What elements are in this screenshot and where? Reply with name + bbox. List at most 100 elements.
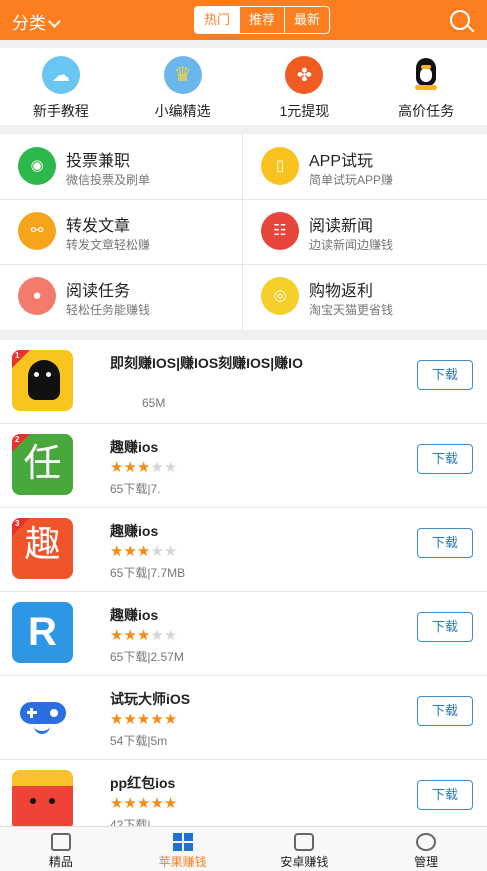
star-filled-icon: ★ [110,795,124,812]
tab-label: 苹果赚钱 [158,855,207,869]
task-voting[interactable]: ◉ 投票兼职 微信投票及刷单 [0,134,243,199]
task-subtitle: 轻松任务能赚钱 [66,303,151,317]
search-icon[interactable] [450,10,470,30]
task-subtitle: 淘宝天猫更省钱 [309,303,394,317]
star-filled-icon: ★ [110,711,124,728]
task-title: 投票兼职 [66,153,131,170]
task-shopping-rebate[interactable]: ◎ 购物返利 淘宝天猫更省钱 [243,264,486,329]
list-item[interactable]: pp红包ios ★★★★★ 42下载| 下载 [0,760,487,826]
app-name: 趣赚ios [110,439,159,455]
phone-icon: ▯ [261,147,299,185]
task-title: 转发文章 [66,218,131,235]
quicknav-editor-picks[interactable]: ♛ 小编精选 [122,48,244,125]
thumbs-up-icon [50,833,71,851]
quicknav-label: 高价任务 [398,103,455,119]
wechat-icon: ◉ [18,147,56,185]
tab-recommended[interactable]: 推荐 [239,7,284,33]
download-button[interactable]: 下载 [417,780,473,810]
download-button[interactable]: 下载 [417,360,473,390]
star-filled-icon: ★ [163,711,178,728]
download-button[interactable]: 下载 [417,696,473,726]
star-filled-icon: ★ [163,795,178,812]
star-filled-icon: ★ [123,543,137,560]
star-empty-icon: ★ [163,459,178,476]
tab-ios-earning[interactable]: 苹果赚钱 [122,827,244,871]
bottom-tab-bar: 精品 苹果赚钱 安卓赚钱 管理 [0,826,487,871]
tab-latest[interactable]: 最新 [284,7,329,33]
quicknav-label: 1元提现 [279,103,330,119]
star-empty-icon: ★ [150,459,164,476]
task-read-news[interactable]: ☷ 阅读新闻 边读新闻边赚钱 [243,199,486,264]
task-title: 阅读任务 [66,283,131,300]
share-icon: ⚯ [18,212,56,250]
news-icon: ☷ [261,212,299,250]
coin-icon: ◎ [261,277,299,315]
star-filled-icon: ★ [123,459,137,476]
tab-label: 安卓赚钱 [280,855,329,869]
download-button[interactable]: 下载 [417,612,473,642]
sort-segmented-control: 热门 推荐 最新 [194,6,330,34]
quicknav-high-value-tasks[interactable]: 高价任务 [365,48,487,125]
rating-stars: ★★★★★ [110,710,177,728]
list-item[interactable]: 1 即刻赚IOS|赚IOS刻赚IOS|赚IO 65M 下载 [0,340,487,424]
task-subtitle: 微信投票及刷单 [66,173,151,187]
task-subtitle: 转发文章轻松赚 [66,238,151,252]
task-title: 购物返利 [309,283,374,300]
list-item[interactable]: 趣 3 趣赚ios ★★★★★ 65下载|7.7MB 下载 [0,508,487,592]
app-logo: 趣 3 [12,518,73,579]
app-meta: 65M [142,396,166,410]
tutorial-icon: ☁ [41,56,80,94]
task-share-article[interactable]: ⚯ 转发文章 转发文章轻松赚 [0,199,243,264]
star-empty-icon: ★ [163,627,178,644]
rating-stars: ★★★★★ [110,626,177,644]
star-filled-icon: ★ [110,459,124,476]
piggy-bank-icon: ● [18,277,56,315]
list-item[interactable]: 试玩大师iOS ★★★★★ 54下载|5m 下载 [0,676,487,760]
rating-stars: ★★★★★ [110,458,177,476]
task-app-trial[interactable]: ▯ APP试玩 简单试玩APP赚 [243,134,486,199]
app-meta: 65下载|7.7MB [110,566,186,580]
app-meta: 65下载|2.57M [110,650,184,664]
app-logo: R [12,602,73,663]
crown-icon: ♛ [163,56,202,94]
task-subtitle: 边读新闻边赚钱 [309,238,394,252]
app-meta: 65下载|7. [110,482,161,496]
download-button[interactable]: 下载 [417,528,473,558]
star-empty-icon: ★ [150,543,164,560]
app-logo [12,770,73,826]
star-filled-icon: ★ [150,711,164,728]
star-filled-icon: ★ [110,543,124,560]
star-filled-icon: ★ [123,627,137,644]
star-filled-icon: ★ [136,627,151,644]
tab-manage[interactable]: 管理 [365,827,487,871]
quicknav-withdraw[interactable]: ✤ 1元提现 [244,48,366,125]
task-title: 阅读新闻 [309,218,374,235]
star-filled-icon: ★ [136,711,151,728]
app-logo: 任 2 [12,434,73,495]
app-name: pp红包ios [110,775,176,791]
tab-featured[interactable]: 精品 [0,827,122,871]
task-categories: ◉ 投票兼职 微信投票及刷单 ▯ APP试玩 简单试玩APP赚 ⚯ 转发文章 转… [0,134,487,330]
app-meta: 54下载|5m [110,734,168,748]
download-button[interactable]: 下载 [417,444,473,474]
category-dropdown[interactable]: 分类 [12,9,61,34]
tab-android-earning[interactable]: 安卓赚钱 [244,827,366,871]
list-item[interactable]: 任 2 趣赚ios ★★★★★ 65下载|7. 下载 [0,424,487,508]
tab-hot[interactable]: 热门 [195,7,239,33]
chevron-down-icon [48,15,61,28]
star-filled-icon: ★ [136,459,151,476]
task-title: APP试玩 [309,153,374,170]
app-list: 1 即刻赚IOS|赚IOS刻赚IOS|赚IO 65M 下载 任 2 趣赚ios … [0,340,487,826]
list-item[interactable]: R 趣赚ios ★★★★★ 65下载|2.57M 下载 [0,592,487,676]
quick-nav: ☁ 新手教程 ♛ 小编精选 ✤ 1元提现 高价任务 [0,48,487,125]
quicknav-tutorial[interactable]: ☁ 新手教程 [0,48,122,125]
gear-icon [416,833,437,851]
quicknav-label: 小编精选 [154,103,211,119]
app-name: 试玩大师iOS [110,691,191,707]
task-reading[interactable]: ● 阅读任务 轻松任务能赚钱 [0,264,243,329]
star-empty-icon: ★ [163,543,178,560]
top-bar: 分类 热门 推荐 最新 [0,0,487,40]
star-empty-icon: ★ [150,627,164,644]
penguin-icon [407,56,445,94]
app-name: 即刻赚IOS|赚IOS刻赚IOS|赚IO [110,355,303,371]
